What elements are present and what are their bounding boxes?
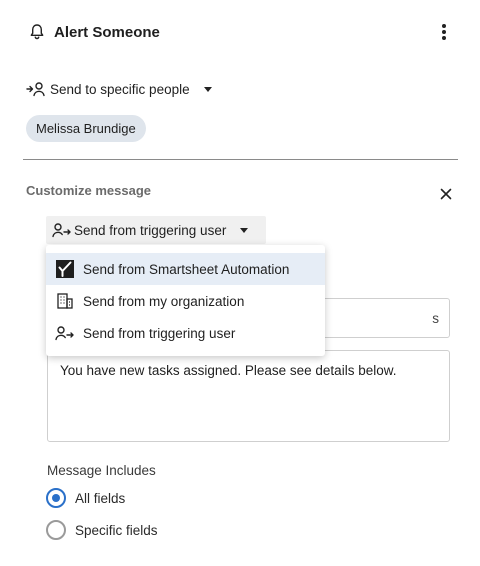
subject-input-value: s: [432, 310, 439, 326]
user-arrow-icon: [55, 324, 75, 342]
chevron-down-icon: [203, 86, 212, 92]
smartsheet-logo-icon: [55, 260, 75, 278]
radio-label: Specific fields: [75, 522, 158, 538]
radio-button-checked[interactable]: [46, 488, 66, 508]
menu-item-label: Send from my organization: [83, 293, 245, 309]
menu-item-my-organization[interactable]: Send from my organization: [46, 285, 325, 317]
bell-icon: [28, 23, 46, 41]
radio-button[interactable]: [46, 520, 66, 540]
close-icon[interactable]: [438, 186, 454, 202]
building-icon: [55, 292, 75, 310]
customize-message-label: Customize message: [26, 183, 151, 198]
chevron-down-icon: [240, 227, 249, 233]
panel-title: Alert Someone: [54, 23, 160, 41]
sender-dropdown[interactable]: Send from triggering user: [46, 216, 266, 244]
recipient-type-dropdown[interactable]: Send to specific people: [26, 78, 212, 100]
recipient-type-label: Send to specific people: [50, 81, 190, 97]
more-options-icon[interactable]: [436, 20, 452, 44]
sender-dropdown-label: Send from triggering user: [74, 222, 227, 238]
radio-label: All fields: [75, 490, 126, 506]
recipient-chip[interactable]: Melissa Brundige: [26, 115, 146, 142]
user-arrow-icon: [52, 222, 72, 238]
message-includes-label: Message Includes: [47, 463, 156, 478]
menu-item-smartsheet-automation[interactable]: Send from Smartsheet Automation: [46, 253, 325, 285]
panel-header: Alert Someone: [28, 18, 160, 46]
menu-item-label: Send from triggering user: [83, 325, 236, 341]
menu-item-label: Send from Smartsheet Automation: [83, 261, 290, 277]
user-arrow-icon: [26, 81, 46, 97]
message-textarea[interactable]: You have new tasks assigned. Please see …: [47, 350, 450, 442]
sender-menu: Send from Smartsheet Automation Send fro…: [46, 245, 325, 356]
radio-specific-fields[interactable]: Specific fields: [46, 519, 158, 541]
menu-item-triggering-user[interactable]: Send from triggering user: [46, 317, 325, 349]
radio-all-fields[interactable]: All fields: [46, 487, 125, 509]
divider: [23, 159, 458, 160]
